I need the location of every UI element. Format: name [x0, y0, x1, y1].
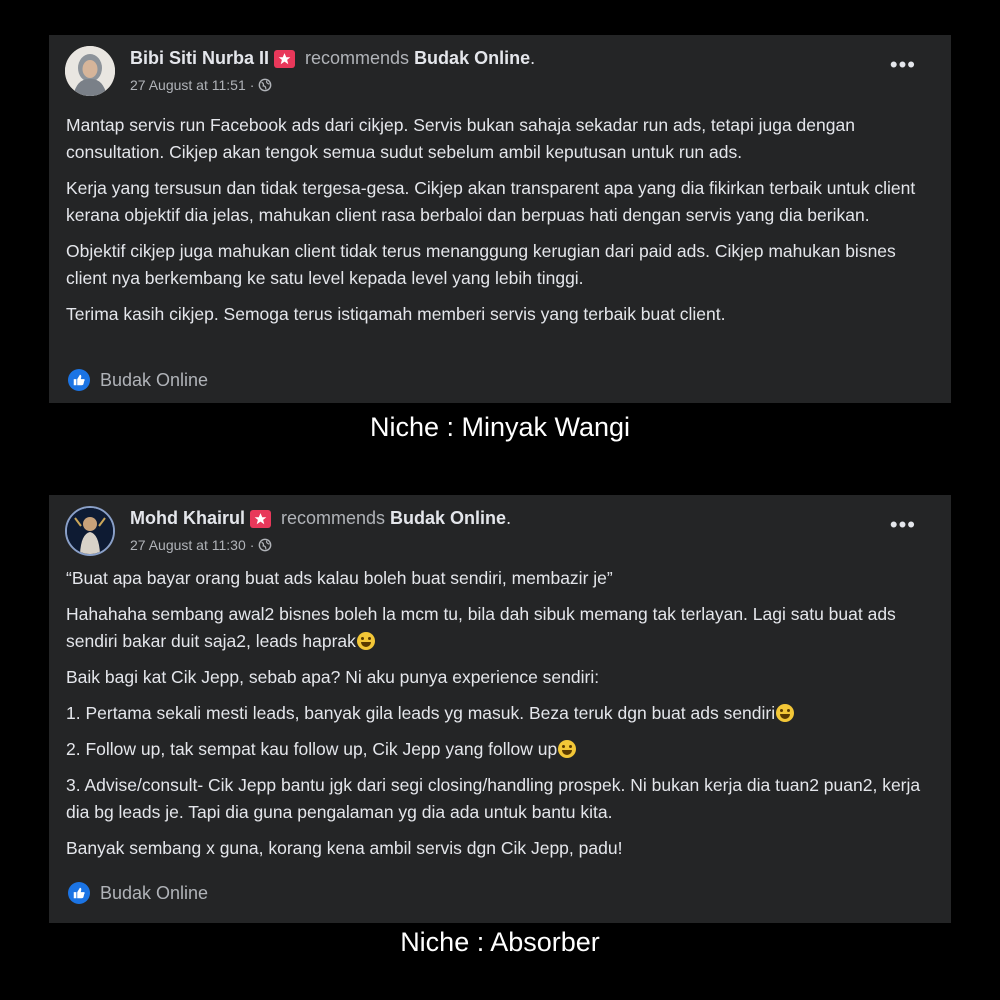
page-name[interactable]: Budak Online [390, 508, 506, 529]
post-timestamp[interactable]: 27 August at 11:30 [130, 537, 246, 553]
recommendation-post-2: Mohd Khairul recommends Budak Online. 27… [49, 495, 951, 923]
post-paragraph: “Buat apa bayar orang buat ads kalau bol… [66, 568, 613, 588]
star-badge-icon [274, 49, 296, 68]
avatar[interactable] [65, 506, 115, 556]
recommended-page-footer[interactable]: Budak Online [68, 882, 208, 904]
post-paragraph: Terima kasih cikjep. Semoga terus istiqa… [66, 304, 726, 324]
post-paragraph: 3. Advise/consult- Cik Jepp bantu jgk da… [66, 775, 921, 822]
globe-icon [259, 78, 272, 92]
post-paragraph: Baik bagi kat Cik Jepp, sebab apa? Ni ak… [66, 667, 600, 687]
recommends-text: recommends [305, 48, 410, 68]
period: . [530, 48, 536, 68]
grinning-face-emoji [558, 740, 577, 758]
post-body: “Buat apa bayar orang buat ads kalau bol… [66, 565, 927, 871]
more-options-icon[interactable]: ••• [890, 514, 916, 536]
footer-page-name[interactable]: Budak Online [100, 370, 208, 391]
period: . [506, 508, 512, 528]
niche-caption-1: Niche : Minyak Wangi [369, 412, 631, 442]
recommendation-post-1: Bibi Siti Nurba II recommends Budak Onli… [49, 35, 951, 403]
author-name[interactable]: Mohd Khairul [130, 508, 245, 529]
post-paragraph: 2. Follow up, tak sempat kau follow up, … [66, 736, 927, 763]
post-paragraph: 1. Pertama sekali mesti leads, banyak gi… [66, 700, 927, 727]
footer-page-name[interactable]: Budak Online [100, 883, 208, 904]
post-paragraph-text: 1. Pertama sekali mesti leads, banyak gi… [66, 703, 776, 723]
recommended-page-footer[interactable]: Budak Online [68, 369, 208, 391]
post-timestamp[interactable]: 27 August at 11:51 [130, 77, 246, 93]
avatar[interactable] [65, 46, 115, 96]
globe-icon [259, 538, 272, 552]
more-options-icon[interactable]: ••• [890, 54, 916, 76]
star-badge-icon [250, 509, 271, 528]
post-body: Mantap servis run Facebook ads dari cikj… [66, 112, 927, 337]
post-paragraph-text: 2. Follow up, tak sempat kau follow up, … [66, 739, 558, 759]
recommends-text: recommends [281, 508, 386, 528]
post-paragraph-text: Hahahaha sembang awal2 bisnes boleh la m… [66, 604, 896, 651]
page-name[interactable]: Budak Online [414, 48, 530, 69]
post-paragraph: Mantap servis run Facebook ads dari cikj… [66, 115, 855, 162]
niche-caption-2: Niche : Absorber [400, 927, 600, 957]
author-name[interactable]: Bibi Siti Nurba II [130, 48, 269, 69]
grinning-face-emoji [356, 632, 375, 650]
post-paragraph: Hahahaha sembang awal2 bisnes boleh la m… [66, 601, 927, 655]
post-paragraph: Kerja yang tersusun dan tidak tergesa-ge… [66, 178, 916, 225]
post-paragraph: Banyak sembang x guna, korang kena ambil… [66, 838, 623, 858]
separator-dot: · [249, 537, 255, 553]
thumbs-up-icon [68, 882, 90, 904]
thumbs-up-icon [68, 369, 90, 391]
grinning-face-emoji [776, 704, 795, 722]
post-paragraph: Objektif cikjep juga mahukan client tida… [66, 241, 896, 288]
separator-dot: · [249, 77, 255, 93]
